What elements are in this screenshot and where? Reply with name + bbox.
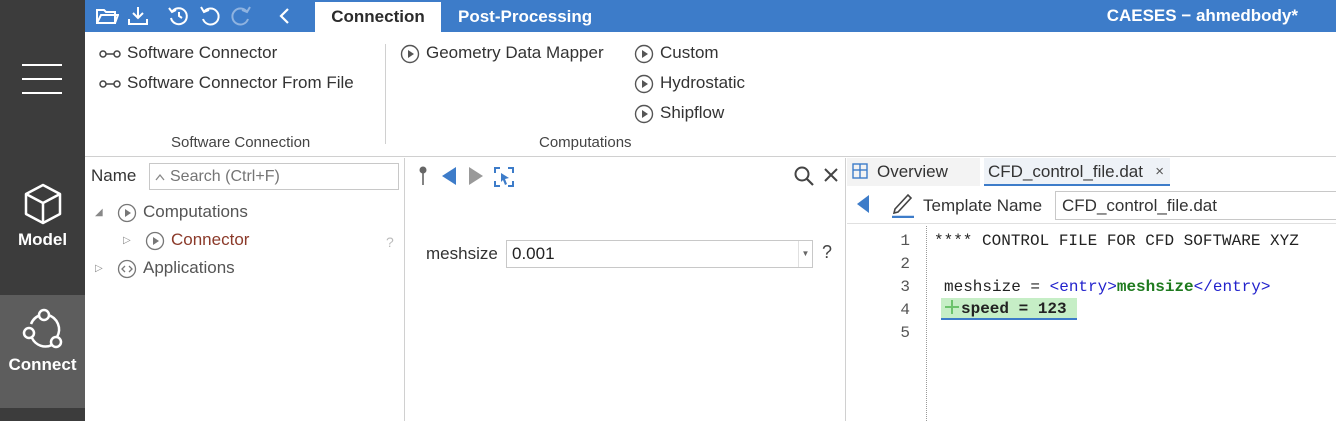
- collapse-left-icon[interactable]: [856, 194, 870, 214]
- tab-overview[interactable]: Overview: [847, 158, 980, 186]
- object-tree-panel: Name ◢ Computations ▷ Connector ? ▷ Applica…: [85, 158, 405, 421]
- navigate-forward-icon[interactable]: [467, 165, 485, 187]
- tree-help-mark: ?: [386, 234, 394, 250]
- tree-item-applications[interactable]: ▷ Applications: [95, 255, 235, 281]
- hamburger-menu-icon[interactable]: [22, 64, 62, 94]
- nav-connect-label: Connect: [8, 355, 77, 374]
- play-circle-icon: [634, 74, 654, 93]
- tab-overview-label: Overview: [877, 162, 948, 181]
- line-number: 3: [900, 278, 910, 296]
- tree-name-header: Name: [91, 166, 137, 185]
- geometry-data-mapper-label: Geometry Data Mapper: [426, 43, 604, 62]
- group-divider: [385, 44, 386, 144]
- dropdown-arrow-icon[interactable]: ▼: [798, 241, 812, 267]
- object-editor-panel: meshsize 0.001 ▼ ?: [405, 158, 846, 421]
- expand-right-icon[interactable]: ▷: [95, 256, 107, 282]
- geometry-data-mapper-button[interactable]: Geometry Data Mapper: [400, 40, 604, 66]
- navigate-back-icon[interactable]: [440, 165, 458, 187]
- meshsize-help-button[interactable]: ?: [822, 242, 832, 263]
- custom-button[interactable]: Custom: [634, 40, 719, 66]
- left-navigation: Model Connect: [0, 0, 85, 421]
- nav-model-button[interactable]: Model: [0, 170, 85, 283]
- software-connector-from-file-label: Software Connector From File: [127, 73, 354, 92]
- play-circle-icon: [145, 231, 165, 250]
- template-editor-panel: Overview CFD_control_file.dat × Template…: [847, 158, 1336, 421]
- cube-icon: [24, 183, 61, 225]
- meshsize-label: meshsize: [426, 244, 498, 263]
- code-line-3[interactable]: meshsize = <entry>meshsize</entry>: [944, 278, 1270, 296]
- tab-cfd-control-file[interactable]: CFD_control_file.dat ×: [984, 158, 1170, 186]
- insert-cursor-icon: [945, 300, 959, 314]
- hydrostatic-button[interactable]: Hydrostatic: [634, 70, 745, 96]
- code-brackets-icon: [117, 259, 137, 278]
- top-bar: Connection Post-Processing CAESES − ahme…: [85, 0, 1336, 32]
- code-text: meshsize =: [944, 278, 1050, 296]
- connector-link-icon: [99, 79, 121, 88]
- tab-connection[interactable]: Connection: [315, 2, 441, 32]
- expand-right-icon[interactable]: ▷: [123, 228, 135, 254]
- nav-connect-button[interactable]: Connect: [0, 295, 85, 408]
- pin-icon[interactable]: [417, 165, 429, 187]
- play-circle-icon: [400, 44, 420, 63]
- code-line-4-highlighted[interactable]: speed = 123: [941, 298, 1077, 320]
- open-folder-icon[interactable]: [95, 4, 119, 28]
- close-icon[interactable]: [823, 167, 839, 183]
- connect-nodes-icon: [22, 308, 62, 349]
- overview-grid-icon: [852, 163, 868, 179]
- edit-pencil-icon[interactable]: [890, 190, 916, 218]
- template-name-label: Template Name: [923, 196, 1043, 215]
- code-line-1[interactable]: **** CONTROL FILE FOR CFD SOFTWARE XYZ: [934, 232, 1299, 250]
- software-connector-label: Software Connector: [127, 43, 278, 62]
- app-title: CAESES − ahmedbody*: [1106, 6, 1298, 25]
- line-number: 2: [900, 255, 910, 273]
- play-circle-icon: [634, 104, 654, 123]
- search-icon[interactable]: [793, 165, 815, 187]
- code-text: speed = 123: [961, 300, 1067, 318]
- save-download-icon[interactable]: [126, 4, 150, 28]
- nav-model-label: Model: [17, 230, 68, 249]
- caret-up-icon[interactable]: [155, 173, 165, 181]
- tree-item-label: Connector: [171, 230, 250, 249]
- custom-label: Custom: [660, 43, 719, 62]
- tree-search-input[interactable]: [149, 163, 399, 190]
- tree-item-label: Computations: [143, 202, 248, 221]
- redo-icon[interactable]: [229, 4, 253, 28]
- select-frame-icon[interactable]: [492, 165, 516, 189]
- expand-down-icon[interactable]: ◢: [95, 200, 107, 226]
- line-number-gutter: 1 2 3 4 5: [847, 226, 927, 421]
- history-icon[interactable]: [167, 4, 191, 28]
- shipflow-button[interactable]: Shipflow: [634, 100, 724, 126]
- line-number: 4: [900, 301, 910, 319]
- group-label-computations: Computations: [539, 134, 632, 151]
- template-name-bar: Template Name CFD_control_file.dat: [847, 188, 1336, 224]
- line-number: 1: [900, 232, 910, 250]
- meshsize-value: 0.001: [512, 244, 555, 263]
- group-label-software-connection: Software Connection: [171, 134, 311, 151]
- tree-item-label: Applications: [143, 258, 235, 277]
- undo-icon[interactable]: [198, 4, 222, 28]
- meshsize-input[interactable]: 0.001 ▼: [506, 240, 813, 268]
- tree-item-connector[interactable]: ▷ Connector: [123, 227, 249, 253]
- tree-item-computations[interactable]: ◢ Computations: [95, 199, 248, 225]
- play-circle-icon: [634, 44, 654, 63]
- tab-post-processing[interactable]: Post-Processing: [458, 2, 592, 32]
- play-circle-icon: [117, 203, 137, 222]
- line-number: 5: [900, 324, 910, 342]
- software-connector-from-file-button[interactable]: Software Connector From File: [99, 70, 354, 96]
- tab-file-label: CFD_control_file.dat: [988, 162, 1143, 181]
- entry-open-tag: <entry>: [1049, 278, 1117, 296]
- software-connector-button[interactable]: Software Connector: [99, 40, 277, 66]
- back-chevron-icon[interactable]: [273, 4, 297, 28]
- shipflow-label: Shipflow: [660, 103, 725, 122]
- ribbon: Software Connector Software Connector Fr…: [85, 32, 1336, 157]
- entry-variable: meshsize: [1116, 278, 1194, 296]
- hydrostatic-label: Hydrostatic: [660, 73, 746, 92]
- template-name-input[interactable]: CFD_control_file.dat: [1055, 191, 1336, 220]
- entry-close-tag: </entry>: [1193, 278, 1271, 296]
- connector-link-icon: [99, 49, 121, 58]
- tab-close-icon[interactable]: ×: [1155, 158, 1164, 186]
